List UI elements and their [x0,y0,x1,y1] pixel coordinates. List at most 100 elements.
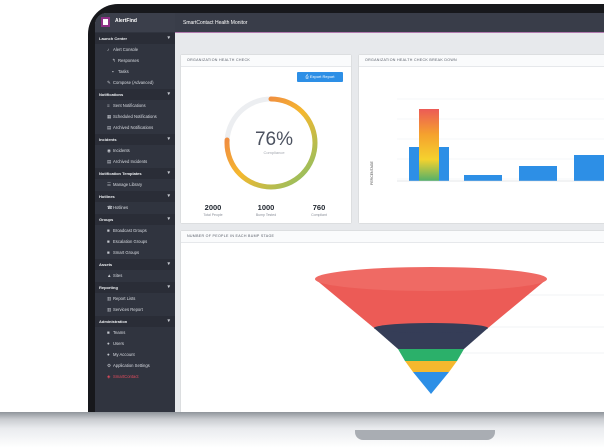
sidebar-item-label: Scheduled Notifications [113,114,157,119]
sidebar-item-label: Smart Groups [113,250,140,255]
chevron-down-icon: ▾ [167,193,170,199]
laptop-notch [355,430,495,440]
chevron-down-icon: ▾ [167,35,170,41]
sidebar-item-smartcontact[interactable]: ◈ SmartContact [95,371,175,382]
sidebar-item-my-account[interactable]: ● My Account [95,349,175,360]
sidebar-item-archived-incidents[interactable]: ▤ Archived Incidents [95,156,175,167]
sidebar-item-scheduled-notifications[interactable]: ▦ Scheduled Notifications [95,111,175,122]
sidebar-item-label: Archived Incidents [113,159,148,164]
sidebar-section-8[interactable]: Administration ▾ [95,316,175,327]
chevron-down-icon: ▾ [167,261,170,267]
sidebar-section-label: Groups [99,217,114,222]
sidebar-section-label: Assets [99,262,113,267]
sidebar-section-2[interactable]: Incidents ▾ [95,134,175,145]
sidebar-item-responses[interactable]: ↰ Responses [95,55,175,66]
bar-segment-blue [574,155,604,181]
sidebar-item-archived-notifications[interactable]: ▤ Archived Notifications [95,122,175,133]
sidebar-item-hotlines[interactable]: ☎Hotlines [95,202,175,213]
sidebar-item-label: Escalation Groups [113,239,148,244]
bar-segment-blue [464,175,502,181]
sidebar-item-label: Manage Library [113,182,143,187]
sidebar-item-report-lists[interactable]: ▥ Report Lists [95,293,175,304]
health-check-title: ORGANIZATION HEALTH CHECK [181,55,351,67]
sidebar-item-services-report[interactable]: ▥ Services Report [95,304,175,315]
sidebar-item-label: My Account [113,352,135,357]
sidebar-section-label: Incidents [99,137,117,142]
funnel-stage-4[interactable] [405,361,457,372]
sidebar-item-label: Sites [113,273,123,278]
chevron-down-icon: ▾ [167,136,170,142]
breakdown-panel: ORGANIZATION HEALTH CHECK BREAK DOWN PER… [359,55,604,249]
health-check-panel: ORGANIZATION HEALTH CHECK ⎙ Export Repor… [181,55,351,223]
brand-header[interactable]: AlertFind [95,13,175,32]
sidebar-item-escalation-groups[interactable]: ■ Escalation Groups [95,236,175,247]
laptop-screen: AlertFind Launch Center ▾ ♪ Alert Console ↰ R… [95,13,604,413]
sidebar-section-label: Administration [99,319,128,324]
sidebar-item-label: Alert Console [113,47,139,52]
sidebar-item-users[interactable]: ● Users [95,338,175,349]
stat-bump-tested: 1000 Bump Tested [246,203,286,217]
stat-value: 2000 [204,203,222,212]
stat-value: 760 [312,203,326,212]
stat-value: 1000 [257,203,275,212]
page-title: SmartContact Health Monitor [183,20,248,26]
sidebar: AlertFind Launch Center ▾ ♪ Alert Console ↰ R… [95,13,175,413]
sidebar-item-label: Services Report [113,307,143,312]
chevron-down-icon: ▾ [167,318,170,324]
sidebar-item-application-settings[interactable]: ⚙ Application Settings [95,360,175,371]
funnel-chart [315,267,604,394]
sidebar-item-label: SmartContact [113,374,139,379]
stat-label: Total People [203,213,223,217]
sidebar-section-1[interactable]: Notifications ▾ [95,89,175,100]
sidebar-section-label: Launch Center [99,36,128,41]
sidebar-menu: Launch Center ▾ ♪ Alert Console ↰ Responses ▪ T… [95,32,175,382]
sidebar-section-4[interactable]: Hotlines ▾ [95,191,175,202]
laptop-base [0,412,604,448]
sidebar-item-teams[interactable]: ■ Teams [95,327,175,338]
bar-gradient [419,109,439,181]
sidebar-item-label: Compose (Advanced) [113,80,154,85]
sidebar-section-3[interactable]: Notification Templates ▾ [95,168,175,179]
export-report-button[interactable]: ⎙ Export Report [297,72,343,82]
funnel-stage-3[interactable] [398,349,464,361]
chevron-down-icon: ▾ [167,91,170,97]
stat-total-people: 2000 Total People [193,203,233,217]
sidebar-section-5[interactable]: Groups ▾ [95,214,175,225]
funnel-stage-5[interactable] [413,372,449,394]
sidebar-item-compose-advanced[interactable]: ✎ Compose (Advanced) [95,77,175,88]
sidebar-section-label: Notification Templates [99,171,142,176]
brand-name: AlertFind [115,18,137,24]
sidebar-item-label: Teams [113,330,126,335]
funnel-top-ellipse [315,267,547,291]
sidebar-item-manage-library[interactable]: ☰ Manage Library [95,179,175,190]
stat-label: Compliant [311,213,327,217]
sidebar-section-0[interactable]: Launch Center ▾ [95,33,175,44]
sidebar-item-sites[interactable]: ▲ Sites [95,270,175,281]
chevron-down-icon: ▾ [167,284,170,290]
bar-segment-blue [519,166,557,181]
sidebar-section-7[interactable]: Reporting ▾ [95,282,175,293]
sidebar-item-alert-console[interactable]: ♪ Alert Console [95,44,175,55]
sidebar-item-incidents[interactable]: ◉ Incidents [95,145,175,156]
sidebar-section-label: Hotlines [99,194,115,199]
compliance-caption: Compliance [263,150,285,155]
breakdown-title: ORGANIZATION HEALTH CHECK BREAK DOWN [359,55,604,67]
compliance-percent: 76% [254,129,294,150]
sidebar-item-label: Archived Notifications [113,125,154,130]
stat-compliant: 760 Compliant [299,203,339,217]
chevron-down-icon: ▾ [167,216,170,222]
sidebar-item-label: Sent Notifications [113,103,146,108]
sidebar-item-smart-groups[interactable]: ■ Smart Groups [95,247,175,258]
sidebar-item-tasks[interactable]: ▪ Tasks [95,66,175,77]
sidebar-item-broadcast-groups[interactable]: ■ Broadcast Groups [95,225,175,236]
sidebar-item-sent-notifications[interactable]: ≡ Sent Notifications [95,100,175,111]
sidebar-item-label: Incidents [113,148,130,153]
funnel-stage-2-top [374,323,488,333]
sidebar-item-label: Hotlines [113,205,129,210]
sidebar-item-label: Responses [118,58,139,63]
sidebar-item-label: Users [113,341,124,346]
stat-label: Bump Tested [255,213,277,217]
funnel-title: NUMBER OF PEOPLE IN EACH BUMP STAGE [181,231,604,243]
sidebar-item-label: Tasks [118,69,129,74]
sidebar-section-6[interactable]: Assets ▾ [95,259,175,270]
